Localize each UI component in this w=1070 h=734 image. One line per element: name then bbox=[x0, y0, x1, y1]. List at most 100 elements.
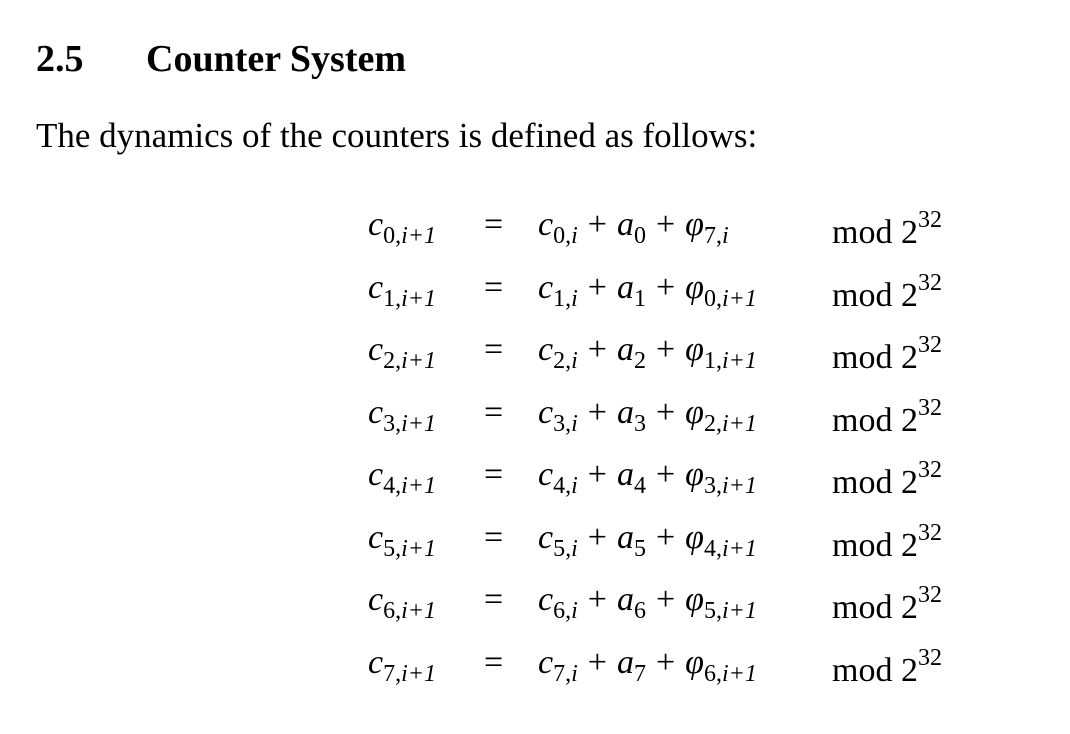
phi-symbol: φ bbox=[685, 393, 704, 431]
rhs-counter-index: 0 bbox=[553, 223, 566, 249]
modulus: mod 232 bbox=[832, 521, 942, 563]
equation-row: c4,i+1 = c4,i + a4 + φ3,i+1 mod 232 bbox=[0, 458, 1070, 508]
phi-index: 6 bbox=[703, 660, 716, 687]
rhs-counter-subscript: 7,i bbox=[553, 661, 578, 687]
equation-lhs: c6,i+1 bbox=[368, 581, 436, 624]
rhs-counter-subscript: 2,i bbox=[553, 348, 578, 374]
equals-sign: = bbox=[484, 268, 504, 306]
counter-symbol: c bbox=[538, 393, 554, 431]
phi-step: i+1 bbox=[721, 473, 757, 499]
mod-word: mod bbox=[832, 339, 901, 376]
counter-symbol: c bbox=[368, 456, 384, 493]
lhs-index: 3 bbox=[383, 410, 396, 437]
rhs-counter-subscript: 3,i bbox=[553, 411, 578, 437]
mod-word: mod bbox=[832, 276, 901, 314]
modulus: mod 232 bbox=[832, 271, 942, 313]
mod-base: 2 bbox=[900, 276, 918, 314]
rhs-counter-index: 3 bbox=[553, 410, 566, 437]
mod-word: mod bbox=[832, 526, 901, 564]
lhs-index: 0 bbox=[383, 223, 396, 249]
phi-subscript: 6,i+1 bbox=[704, 661, 757, 687]
phi-step: i+1 bbox=[721, 535, 757, 562]
mod-word: mod bbox=[832, 589, 901, 626]
equation-row: c3,i+1 = c3,i + a3 + φ2,i+1 mod 232 bbox=[0, 393, 1070, 446]
mod-word: mod bbox=[832, 464, 901, 501]
equation-row: c7,i+1 = c7,i + a7 + φ6,i+1 mod 232 bbox=[0, 643, 1070, 696]
equation-lhs: c7,i+1 bbox=[368, 643, 436, 686]
rhs-counter-subscript: 4,i bbox=[553, 473, 578, 499]
equation-lhs: c0,i+1 bbox=[368, 208, 436, 249]
mod-base: 2 bbox=[900, 214, 918, 251]
phi-symbol: φ bbox=[685, 331, 704, 368]
equation-lhs: c5,i+1 bbox=[368, 520, 436, 562]
constant-symbol: a bbox=[616, 518, 634, 556]
mod-word: mod bbox=[832, 214, 901, 251]
phi-step: i+1 bbox=[721, 348, 757, 374]
modulus: mod 232 bbox=[832, 583, 942, 625]
phi-subscript: 1,i+1 bbox=[704, 348, 757, 374]
plus-sign: + bbox=[587, 268, 607, 306]
rhs-counter-index: 6 bbox=[553, 598, 566, 624]
equation-rhs: c6,i + a6 + φ5,i+1 bbox=[538, 581, 757, 624]
equation-rhs: c4,i + a4 + φ3,i+1 bbox=[538, 456, 757, 499]
plus-sign: + bbox=[655, 643, 676, 681]
equation-lhs: c2,i+1 bbox=[368, 331, 436, 374]
lhs-subscript: 6,i+1 bbox=[383, 598, 436, 624]
rhs-counter-index: 4 bbox=[553, 473, 566, 499]
equation-array: c0,i+1 = c0,i + a0 + φ7,i mod 232 c1,i+1 = c1,i + a1… bbox=[0, 0, 1070, 734]
equation-rhs: c0,i + a0 + φ7,i bbox=[538, 206, 729, 249]
rhs-counter-step: i bbox=[571, 535, 578, 562]
constant-index: 2 bbox=[633, 348, 646, 374]
constant-symbol: a bbox=[616, 331, 634, 368]
lhs-index: 5 bbox=[383, 535, 396, 562]
phi-index: 0 bbox=[703, 285, 716, 312]
equals-sign: = bbox=[484, 331, 504, 368]
constant-symbol: a bbox=[616, 643, 634, 681]
lhs-step: i+1 bbox=[401, 223, 436, 249]
phi-symbol: φ bbox=[685, 518, 704, 556]
rhs-counter-subscript: 1,i bbox=[553, 286, 578, 312]
constant-index: 0 bbox=[633, 223, 646, 249]
constant-index: 7 bbox=[633, 660, 646, 687]
mod-exponent: 32 bbox=[917, 519, 942, 546]
mod-exponent: 32 bbox=[917, 207, 942, 233]
plus-sign: + bbox=[587, 206, 607, 243]
plus-sign: + bbox=[587, 518, 607, 556]
mod-base: 2 bbox=[900, 339, 918, 376]
counter-symbol: c bbox=[538, 581, 554, 618]
phi-subscript: 5,i+1 bbox=[704, 598, 757, 624]
phi-step: i+1 bbox=[721, 285, 757, 312]
mod-exponent: 32 bbox=[917, 457, 942, 483]
lhs-step: i+1 bbox=[401, 598, 436, 624]
equation-rhs: c7,i + a7 + φ6,i+1 bbox=[538, 643, 757, 687]
rhs-counter-index: 7 bbox=[553, 660, 566, 687]
rhs-counter-index: 2 bbox=[553, 348, 566, 374]
counter-symbol: c bbox=[368, 581, 384, 618]
constant-index: 1 bbox=[633, 285, 646, 312]
counter-symbol: c bbox=[538, 643, 554, 681]
lhs-subscript: 4,i+1 bbox=[383, 473, 436, 499]
plus-sign: + bbox=[655, 456, 676, 493]
equals-sign: = bbox=[484, 581, 504, 618]
lhs-index: 1 bbox=[383, 285, 396, 312]
constant-symbol: a bbox=[616, 456, 634, 493]
counter-symbol: c bbox=[368, 331, 384, 368]
counter-symbol: c bbox=[368, 268, 384, 306]
constant-index: 6 bbox=[633, 598, 646, 624]
phi-symbol: φ bbox=[685, 643, 704, 681]
counter-symbol: c bbox=[538, 206, 554, 243]
rhs-counter-step: i bbox=[571, 660, 578, 687]
lhs-index: 4 bbox=[383, 473, 396, 499]
phi-step: i bbox=[721, 223, 729, 249]
phi-symbol: φ bbox=[685, 206, 704, 243]
equation-lhs: c1,i+1 bbox=[368, 268, 436, 312]
counter-symbol: c bbox=[368, 643, 384, 681]
equation-rhs: c2,i + a2 + φ1,i+1 bbox=[538, 331, 757, 374]
phi-index: 3 bbox=[703, 473, 716, 499]
lhs-subscript: 2,i+1 bbox=[383, 348, 436, 374]
constant-symbol: a bbox=[616, 581, 634, 618]
rhs-counter-step: i bbox=[571, 473, 578, 499]
phi-index: 7 bbox=[703, 223, 716, 249]
plus-sign: + bbox=[587, 581, 607, 618]
constant-symbol: a bbox=[616, 393, 634, 431]
